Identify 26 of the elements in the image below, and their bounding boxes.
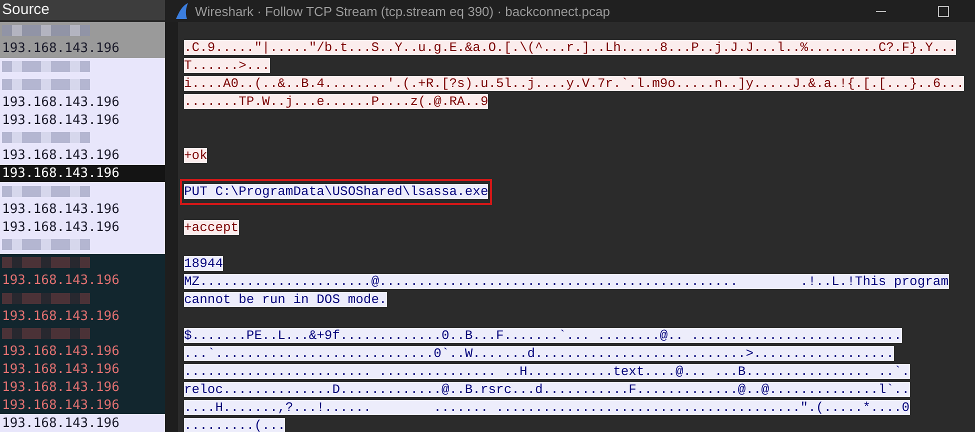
source-address: 193.168.143.196 (2, 202, 120, 217)
source-address: 193.168.143.196 (2, 273, 120, 288)
packet-row[interactable]: 193.168.143.196 (0, 164, 165, 182)
source-address: 193.168.143.196 (2, 416, 120, 431)
source-address: 193.168.143.196 (2, 308, 120, 324)
source-address: 193.168.143.196 (2, 362, 120, 378)
column-header[interactable]: Source (0, 0, 165, 22)
packet-row[interactable]: 193.168.143.196 (0, 272, 165, 290)
fin-icon (175, 3, 189, 19)
packet-row[interactable]: 193.168.143.196 (0, 307, 165, 326)
source-address: 193.168.143.196 (2, 166, 120, 182)
packet-row[interactable]: 193.168.143.196 (0, 40, 165, 58)
packet-row[interactable]: 193.168.143.196 (0, 396, 165, 414)
source-address: 193.168.143.196 (2, 112, 120, 128)
packet-row[interactable]: 193.168.143.196 (0, 378, 165, 396)
source-address: 193.168.143.196 (2, 398, 120, 413)
packet-row[interactable]: 193.168.143.196 (0, 342, 165, 361)
source-address: 193.168.143.196 (2, 148, 120, 164)
source-address: 193.168.143.196 (2, 344, 120, 360)
source-address: 193.168.143.196 (2, 94, 120, 110)
window-title: Wireshark · Follow TCP Stream (tcp.stream eq 390) · backconnect.pcap (195, 4, 611, 18)
source-address: 193.168.143.196 (2, 380, 120, 395)
packet-row[interactable]: 193.168.143.196 (0, 360, 165, 379)
source-address: 193.168.143.196 (2, 220, 120, 235)
source-address: 193.168.143.196 (2, 41, 120, 56)
packet-row[interactable] (0, 254, 165, 272)
